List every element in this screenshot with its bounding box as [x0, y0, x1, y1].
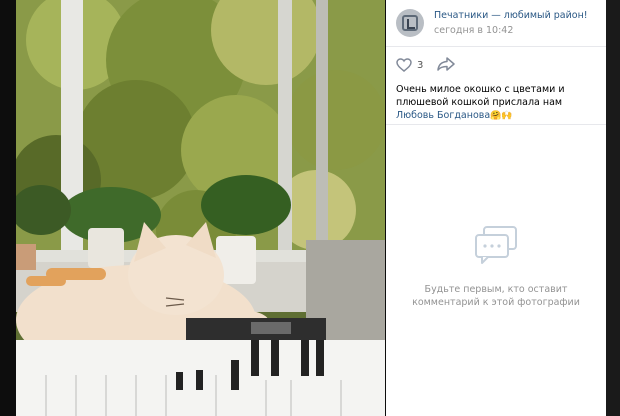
- photo-viewer: Печатники — любимый район! сегодня в 10:…: [0, 0, 620, 416]
- empty-comments-message: Будьте первым, кто оставит комментарий к…: [386, 283, 606, 309]
- post-time[interactable]: сегодня в 10:42: [434, 24, 588, 37]
- caption-author-link[interactable]: Любовь Богданова: [396, 110, 490, 121]
- share-arrow-icon: [437, 56, 456, 71]
- empty-comments-line2: комментарий к этой фотографии: [412, 297, 580, 308]
- comments-bubble-icon: [475, 226, 517, 264]
- comments-area: Будьте первым, кто оставит комментарий к…: [386, 124, 606, 416]
- photo[interactable]: [16, 0, 385, 416]
- post-caption: Очень милое окошко с цветами и плюшевой …: [386, 83, 606, 123]
- group-name-link[interactable]: Печатники — любимый район!: [434, 9, 588, 22]
- caption-emojis: 🤗🙌: [490, 111, 513, 121]
- like-button[interactable]: 3: [396, 58, 423, 72]
- share-button[interactable]: [437, 56, 456, 75]
- viewer-edge: [606, 0, 620, 416]
- photo-image: [16, 0, 385, 416]
- post-header: Печатники — любимый район! сегодня в 10:…: [386, 0, 606, 47]
- caption-text: Очень милое окошко с цветами и плюшевой …: [396, 84, 565, 108]
- photo-info-panel: Печатники — любимый район! сегодня в 10:…: [386, 0, 606, 416]
- group-avatar[interactable]: [396, 9, 424, 37]
- like-count: 3: [417, 59, 424, 71]
- empty-comments-line1: Будьте первым, кто оставит: [424, 284, 568, 295]
- heart-icon: [396, 58, 412, 72]
- post-actions: 3: [386, 47, 606, 83]
